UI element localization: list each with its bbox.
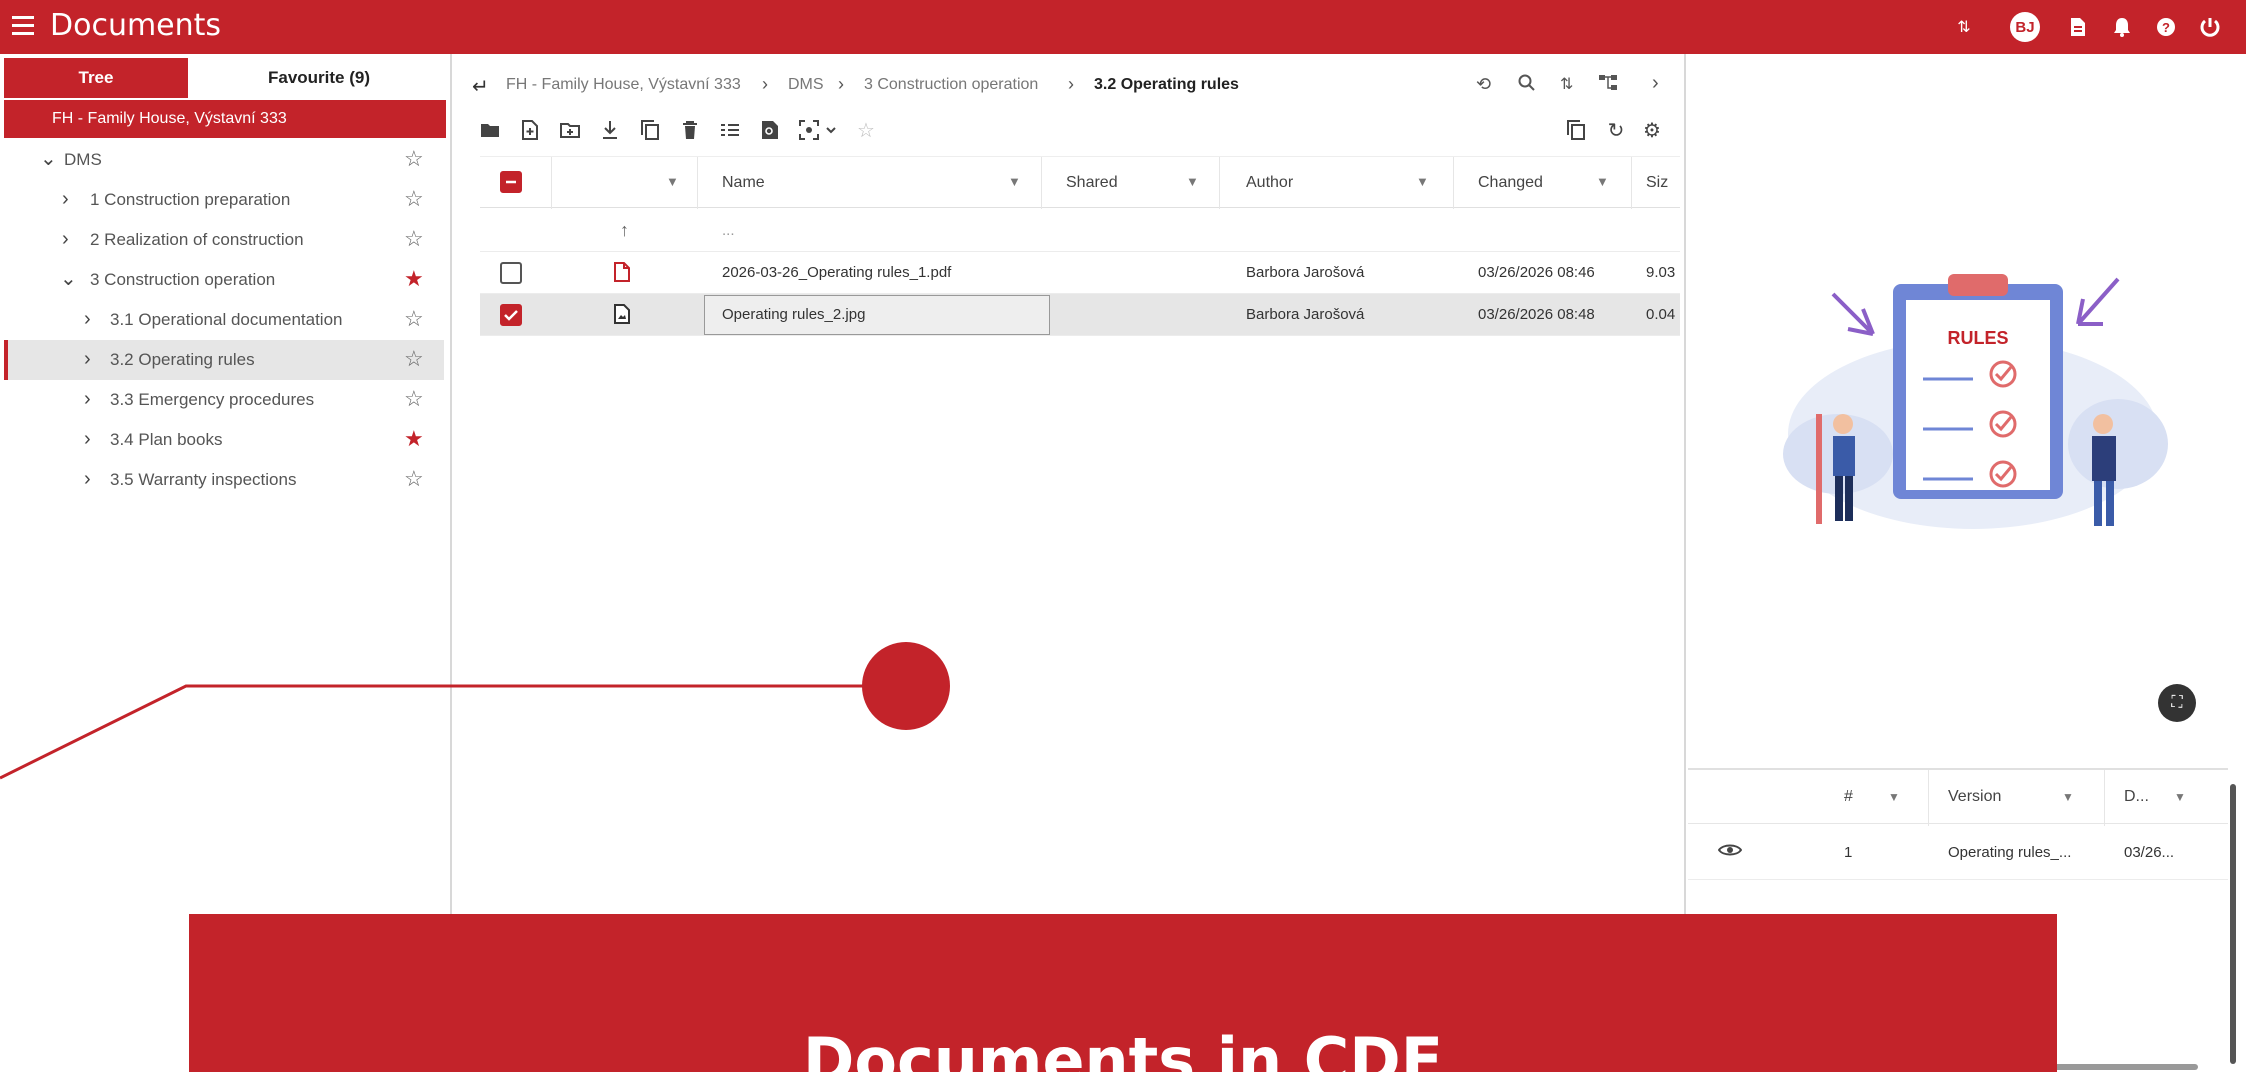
annotation-dot bbox=[862, 642, 950, 730]
annotation-line bbox=[0, 684, 870, 780]
caption-banner: Documents in CDE bbox=[189, 914, 2057, 1072]
caption-text: Documents in CDE bbox=[802, 1024, 1444, 1072]
